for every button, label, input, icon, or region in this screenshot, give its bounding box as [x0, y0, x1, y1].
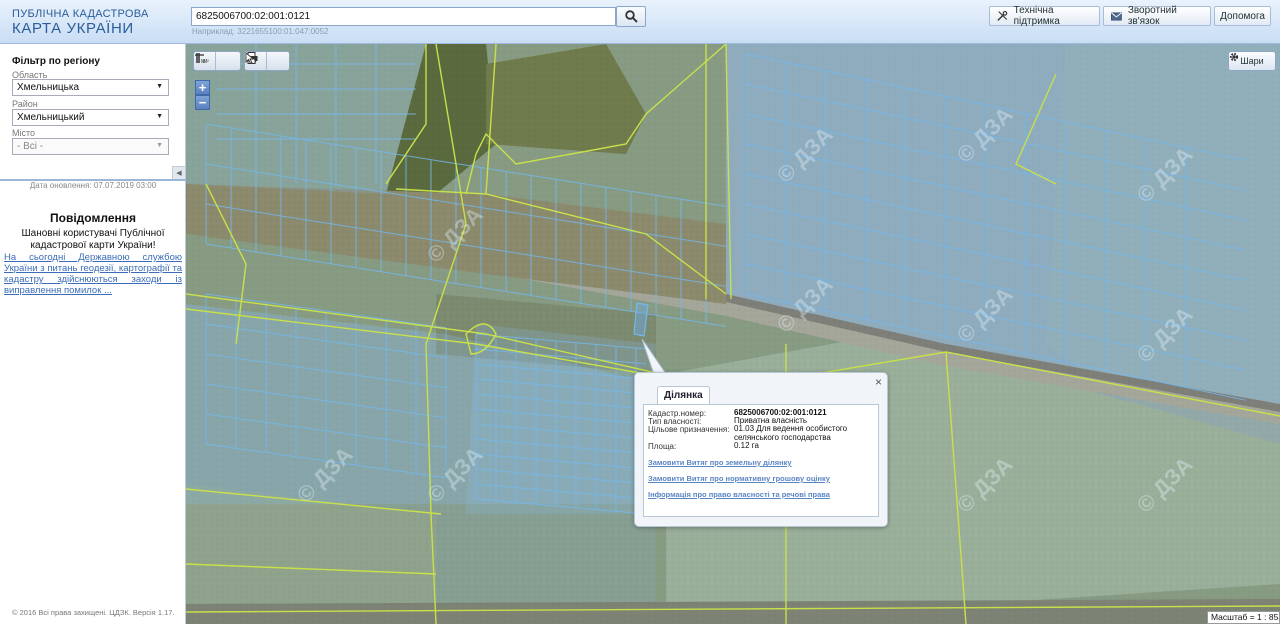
zoom-out-button[interactable]: −: [195, 95, 210, 110]
area-icon: M²: [195, 53, 209, 64]
layers-label: Шари: [1240, 56, 1264, 66]
order-extract-link[interactable]: Замовити Витяг про земельну ділянку: [648, 458, 792, 467]
search-icon: [624, 10, 638, 23]
support-button[interactable]: Технічна підтримка: [989, 5, 1100, 27]
order-valuation-link[interactable]: Замовити Витяг про нормативну грошову оц…: [648, 474, 830, 483]
district-label: Район: [12, 99, 38, 109]
cursor-help-icon: ?: [245, 52, 258, 64]
region-select[interactable]: Хмельницька ▼: [12, 79, 169, 96]
help-label: Допомога: [1220, 10, 1265, 22]
scale-indicator: Масштаб = 1 : 8531: [1207, 611, 1280, 624]
dropdown-arrow-icon: ▼: [156, 142, 163, 149]
svg-text:?: ?: [254, 59, 258, 64]
area-label: Площа:: [648, 442, 677, 451]
svg-text:M²: M²: [203, 59, 209, 64]
logo-line2: КАРТА УКРАЇНИ: [12, 20, 134, 37]
city-label: Місто: [12, 128, 36, 138]
copyright: © 2016 Всі права захищені. ЦДЗК. Версія …: [12, 608, 175, 617]
city-select[interactable]: - Всі - ▼: [12, 138, 169, 155]
collapse-sidebar-button[interactable]: ◀: [172, 166, 186, 180]
map-imagery: © ДЗА © ДЗА © ДЗА © ДЗА © ДЗА © ДЗА © ДЗ…: [186, 44, 1280, 624]
app-header: ПУБЛІЧНА КАДАСТРОВА КАРТА УКРАЇНИ Наприк…: [0, 0, 1280, 44]
dropdown-arrow-icon: ▼: [156, 83, 163, 90]
area-value: 0.12 га: [734, 441, 759, 450]
tab-parcel[interactable]: Ділянка: [657, 386, 710, 404]
measure-area-button[interactable]: M²: [195, 52, 238, 70]
identify-button[interactable]: ?: [245, 52, 289, 70]
message-body: Шановні користувачі Публічної кадастрово…: [21, 228, 165, 251]
dropdown-arrow-icon: ▼: [156, 113, 163, 120]
close-icon[interactable]: ×: [875, 375, 882, 389]
search-hint: Наприклад: 3221655100:01:047:0052: [192, 27, 329, 36]
support-label: Технічна підтримка: [1013, 5, 1060, 27]
help-button[interactable]: Допомога: [1214, 6, 1271, 26]
chevron-left-icon: ◀: [176, 170, 182, 177]
message-link[interactable]: На сьогодні Державною службою України з …: [4, 252, 182, 296]
feedback-label: Зворотний зв'язок: [1127, 5, 1177, 27]
search-input[interactable]: [191, 7, 616, 26]
zoom-in-button[interactable]: +: [195, 80, 210, 95]
layers-button[interactable]: Шари: [1228, 51, 1276, 71]
message-title: Повідомлення: [50, 211, 136, 225]
print-toolbar: ?: [244, 51, 290, 71]
logo-line1: ПУБЛІЧНА КАДАСТРОВА: [12, 8, 149, 20]
popup-content: Кадастр.номер: 6825006700:02:001:0121 Ти…: [643, 404, 879, 517]
parcel-info-popup: × Ділянка Кадастр.номер: 6825006700:02:0…: [634, 372, 888, 527]
measure-toolbar: M M²: [193, 51, 241, 71]
tools-icon: [997, 11, 1008, 21]
purpose-value: 01.03 Для ведення особистого селянського…: [734, 424, 848, 442]
map-canvas[interactable]: © ДЗА © ДЗА © ДЗА © ДЗА © ДЗА © ДЗА © ДЗ…: [186, 44, 1280, 624]
feedback-button[interactable]: Зворотний зв'язок: [1103, 5, 1211, 27]
city-value: - Всі -: [17, 141, 44, 152]
update-date: Дата оновлення: 07.07.2019 03:00: [29, 181, 157, 190]
app-logo[interactable]: ПУБЛІЧНА КАДАСТРОВА КАРТА УКРАЇНИ: [12, 8, 149, 37]
district-value: Хмельницький: [17, 112, 85, 123]
ownership-info-link[interactable]: Інформація про право власності та речові…: [648, 490, 830, 499]
gear-icon: [1229, 52, 1239, 62]
search-button[interactable]: [616, 6, 646, 27]
region-value: Хмельницька: [17, 82, 80, 93]
purpose-label: Цільове призначення:: [648, 425, 730, 434]
envelope-icon: [1111, 11, 1122, 21]
district-select[interactable]: Хмельницький ▼: [12, 109, 169, 126]
sidebar: Фільтр по регіону Область Хмельницька ▼ …: [0, 44, 186, 624]
filter-title: Фільтр по регіону: [12, 56, 100, 67]
